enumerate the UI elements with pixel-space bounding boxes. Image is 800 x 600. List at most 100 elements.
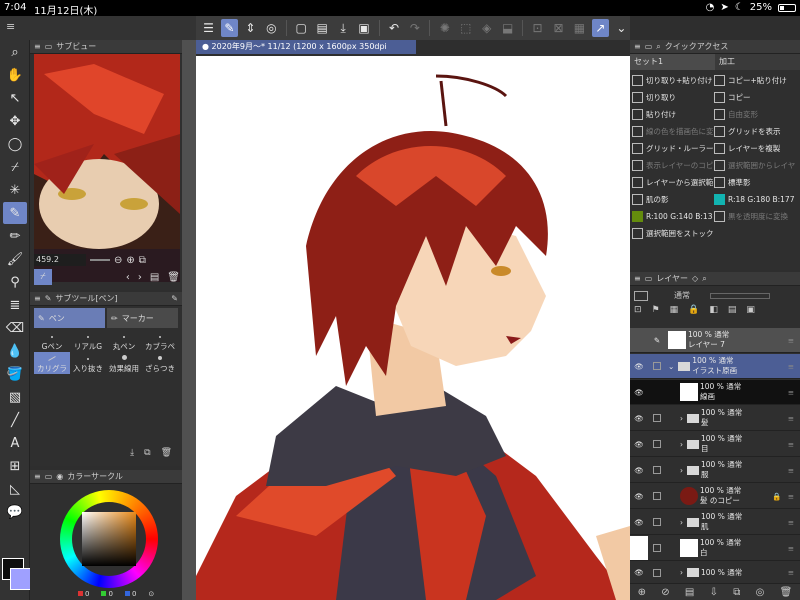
qa-standard-shadow[interactable]: 標準影 xyxy=(714,174,800,191)
drag-handle-icon[interactable]: ≡ xyxy=(788,466,794,475)
balloon-tool-icon[interactable]: 💬 xyxy=(3,501,27,523)
qa-copy[interactable]: コピー xyxy=(714,89,800,106)
layer-row[interactable]: 100 % 通常白 ≡ xyxy=(630,536,800,561)
chevron-right-icon[interactable]: › xyxy=(680,518,683,527)
chevron-right-icon[interactable]: › xyxy=(680,414,683,423)
drag-handle-icon[interactable]: ≡ xyxy=(788,492,794,501)
subview-zoom-slider[interactable] xyxy=(90,259,110,261)
color-tab-icon[interactable]: ▭ xyxy=(45,472,53,481)
qa-paste[interactable]: 貼り付け xyxy=(632,106,714,123)
panel-grip-icon[interactable]: ≡ xyxy=(34,472,41,481)
fill-tool-icon[interactable]: 🪣 xyxy=(3,363,27,385)
visibility-eye-icon[interactable]: 👁 xyxy=(630,440,648,449)
fill-icon[interactable]: ◈ xyxy=(478,19,495,37)
layer-row[interactable]: 👁 › 100 % 通常肌 ≡ xyxy=(630,510,800,535)
subtool-tab-marker[interactable]: ✏ マーカー xyxy=(107,308,178,328)
qa-black-to-alpha[interactable]: 黒を透明度に変換 xyxy=(714,208,800,225)
drag-handle-icon[interactable]: ≡ xyxy=(788,544,794,553)
chevron-right-icon[interactable]: › xyxy=(680,440,683,449)
qa-duplicate-layer[interactable]: レイヤーを複製 xyxy=(714,140,800,157)
canvas-tab[interactable]: ● 2020年9月〜* 11/12 (1200 x 1600px 350dpi … xyxy=(196,40,416,65)
qa-grid-ruler[interactable]: グリッド・ルーラーの xyxy=(632,140,714,157)
ruler-layer-icon[interactable]: ▤ xyxy=(728,305,737,315)
qa-visible-layer-copy[interactable]: 表示レイヤーのコピ xyxy=(632,157,714,174)
import-image-icon[interactable]: ▤ xyxy=(150,272,159,283)
blend-mode-select[interactable]: 通常 xyxy=(674,290,690,301)
visibility-eye-icon[interactable]: 👁 xyxy=(630,466,648,475)
clip-icon[interactable]: ⊡ xyxy=(634,305,642,315)
qa-cut[interactable]: 切り取り xyxy=(632,89,714,106)
zoom-in-icon[interactable]: ⊕ xyxy=(126,255,134,266)
drag-handle-icon[interactable]: ≡ xyxy=(788,336,794,345)
brush-item[interactable]: 効果線用 xyxy=(106,352,142,374)
visibility-eye-icon[interactable]: 👁 xyxy=(630,388,648,397)
decoration-tool-icon[interactable]: ≣ xyxy=(3,294,27,316)
layer-row[interactable]: ✎ 100 % 通常 レイヤー 7 ≡ xyxy=(630,328,800,353)
gradient-tool-icon[interactable]: ▧ xyxy=(3,386,27,408)
visibility-eye-icon[interactable]: 👁 xyxy=(630,414,648,423)
chevron-down-icon[interactable]: ⌄ xyxy=(613,19,630,37)
panel-grip-icon[interactable]: ≡ xyxy=(34,294,41,303)
color-wheel-tab-icon[interactable]: ◉ xyxy=(56,472,63,481)
qa-skin-shadow[interactable]: 肌の影 xyxy=(632,191,714,208)
pencil-tool-icon[interactable]: ✏ xyxy=(3,225,27,247)
eyedropper-icon[interactable]: ⌿ xyxy=(3,156,27,178)
brush-item[interactable]: Gペン xyxy=(34,330,70,352)
panel-grip-icon[interactable]: ≡ xyxy=(634,274,641,283)
lock-icon[interactable]: 🔒 xyxy=(772,492,781,501)
visibility-eye-icon[interactable]: 👁 xyxy=(630,568,648,577)
qa-stock-selection[interactable]: 選択範囲をストック xyxy=(632,225,714,242)
chevron-up-down-icon[interactable]: ⇕ xyxy=(242,19,259,37)
brush-tool-icon[interactable]: 🖌 xyxy=(3,248,27,270)
clear-icon[interactable]: ⬚ xyxy=(457,19,474,37)
qa-copy-paste[interactable]: コピー+貼り付け xyxy=(714,72,800,89)
print-icon[interactable]: ▣ xyxy=(356,19,373,37)
hand-tool-icon[interactable]: ✋ xyxy=(3,64,27,86)
opacity-slider[interactable] xyxy=(710,292,770,299)
ruler-snap-icon[interactable]: ⊡ xyxy=(529,19,546,37)
settings-icon[interactable]: ✺ xyxy=(436,19,453,37)
transfer-down-icon[interactable]: ⇩ xyxy=(710,587,718,598)
new-vector-layer-icon[interactable]: ⊘ xyxy=(661,587,669,598)
menu-icon[interactable]: ☰ xyxy=(200,19,217,37)
layer-row[interactable]: 👁 › 100 % 通常目 ≡ xyxy=(630,432,800,457)
delete-image-icon[interactable]: 🗑 xyxy=(167,272,180,283)
qa-selection-to-layer[interactable]: 選択範囲からレイヤ xyxy=(714,157,800,174)
delete-subtool-icon[interactable]: 🗑 xyxy=(161,448,172,462)
special-ruler-snap-icon[interactable]: ⊠ xyxy=(550,19,567,37)
layer-row[interactable]: 👁 › 100 % 通常髪 ≡ xyxy=(630,406,800,431)
brush-item[interactable]: 丸ペン xyxy=(106,330,142,352)
brush-item[interactable]: カブラペ xyxy=(142,330,178,352)
brush-item[interactable]: カリグラ xyxy=(34,352,70,374)
qa-color-green[interactable]: R:100 G:140 B:13 xyxy=(632,208,714,225)
subview-eyedropper-icon[interactable]: ⌿ xyxy=(34,269,52,285)
qa-free-transform[interactable]: 自由変形 xyxy=(714,106,800,123)
drag-handle-icon[interactable]: ≡ xyxy=(788,414,794,423)
lock-transparency-icon[interactable]: ▦ xyxy=(670,305,679,315)
drag-handle-icon[interactable]: ≡ xyxy=(788,518,794,527)
snap-icon[interactable]: ⬓ xyxy=(499,19,516,37)
merge-layer-icon[interactable]: ⧉ xyxy=(733,587,740,598)
copy-subtool-icon[interactable]: ⧉ xyxy=(144,448,150,462)
new-folder-icon[interactable]: ▤ xyxy=(685,587,694,598)
brush-item[interactable]: 入り抜き xyxy=(70,352,106,374)
undo-icon[interactable]: ↶ xyxy=(386,19,403,37)
zoom-tool-icon[interactable]: ⌕ xyxy=(3,41,27,63)
layer-row[interactable]: 👁 › 100 % 通常 ≡ xyxy=(630,562,800,584)
qa-show-grid[interactable]: グリッドを表示 xyxy=(714,123,800,140)
save-icon[interactable]: ⤓ xyxy=(335,19,352,37)
chevron-right-icon[interactable]: › xyxy=(680,466,683,475)
import-subtool-icon[interactable]: ⤓ xyxy=(130,448,134,462)
mask-icon[interactable]: ◧ xyxy=(709,305,718,315)
selection-launcher-icon[interactable]: ↗ xyxy=(591,19,609,37)
brush-item[interactable]: ざらつき xyxy=(142,352,178,374)
subtool-tab-pen[interactable]: ✎ ペン xyxy=(34,308,105,328)
airbrush-tool-icon[interactable]: ⚲ xyxy=(3,271,27,293)
brush-item[interactable]: リアルG xyxy=(70,330,106,352)
grid-snap-icon[interactable]: ▦ xyxy=(571,19,588,37)
drag-handle-icon[interactable]: ≡ xyxy=(788,568,794,577)
reference-icon[interactable]: ⚑ xyxy=(652,305,660,315)
create-mask-icon[interactable]: ◎ xyxy=(756,587,765,598)
layer-color-icon[interactable] xyxy=(634,290,648,301)
eraser-tool-icon[interactable]: ⌫ xyxy=(3,317,27,339)
